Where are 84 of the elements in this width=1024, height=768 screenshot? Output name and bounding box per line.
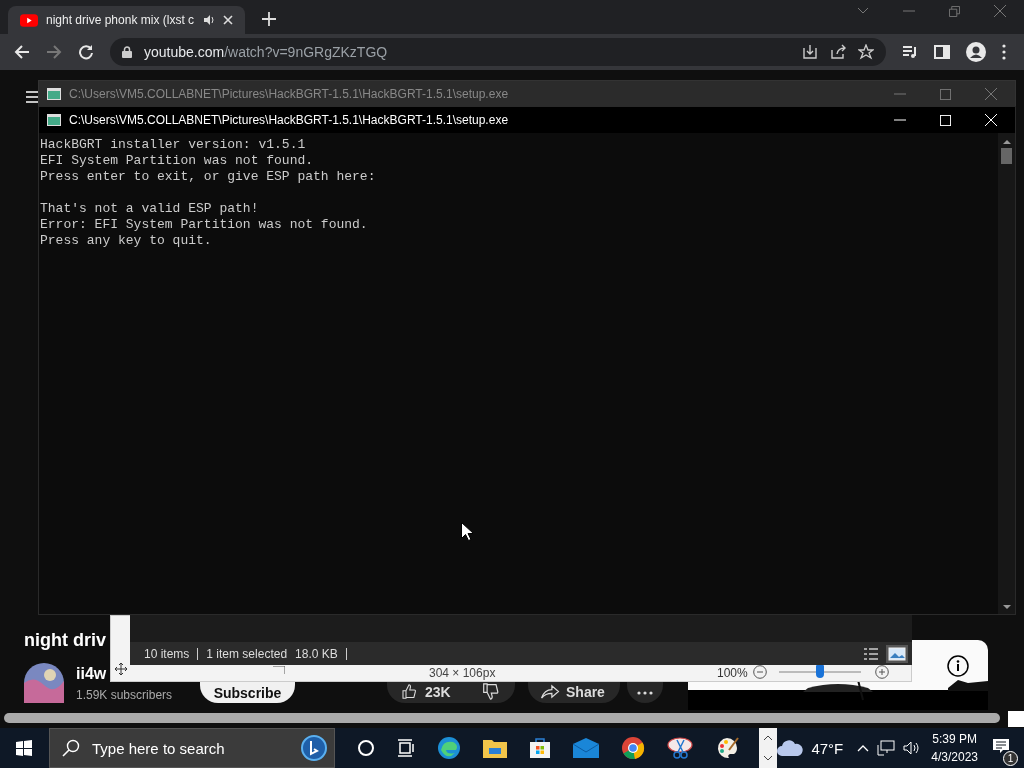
slider-thumb[interactable] xyxy=(816,665,824,678)
subscriber-count: 1.59K subscribers xyxy=(76,688,173,702)
search-icon xyxy=(62,739,80,757)
speaker-icon[interactable] xyxy=(903,741,920,755)
address-bar[interactable]: youtube.com/watch?v=9nGRgZKzTGQ xyxy=(110,38,886,66)
browser-icon[interactable] xyxy=(437,736,461,760)
clock-time[interactable]: 5:39 PM xyxy=(932,732,977,746)
selection-info: 1 item selected xyxy=(206,646,288,661)
share-arrow-icon xyxy=(540,684,560,699)
more-icon xyxy=(637,690,653,695)
lock-icon xyxy=(122,46,132,58)
thumbs-up-icon xyxy=(399,684,419,699)
chevron-up-icon[interactable] xyxy=(857,744,870,752)
console-line: EFI System Partition was not found. xyxy=(40,153,315,169)
back-icon[interactable] xyxy=(14,44,30,60)
zoom-percentage: 100% xyxy=(717,665,748,680)
window-title: C:\Users\VM5.COLLABNET\Pictures\HackBGRT-1.5.1\HackBGRT-1.5.1\setup.exe xyxy=(69,87,509,101)
share-button[interactable]: Share xyxy=(528,682,620,703)
mail-icon[interactable] xyxy=(573,738,599,758)
item-count: 10 items xyxy=(144,646,190,661)
cloud-icon[interactable] xyxy=(777,740,804,756)
thumbs-down-icon[interactable] xyxy=(482,683,499,700)
install-icon[interactable] xyxy=(802,44,818,60)
circle-icon[interactable] xyxy=(357,739,375,757)
scrollbar-corner xyxy=(1008,711,1024,727)
share-icon[interactable] xyxy=(830,44,846,60)
chat-bubble-icon[interactable] xyxy=(300,734,328,762)
like-button[interactable]: 23K xyxy=(387,682,515,703)
start-icon[interactable] xyxy=(16,740,32,756)
console-line: Press enter to exit, or give ESP path here: xyxy=(40,169,376,185)
scroll-up-icon[interactable] xyxy=(763,735,773,741)
move-icon[interactable] xyxy=(115,663,127,675)
video-logo-icon xyxy=(20,13,38,27)
star-icon[interactable] xyxy=(858,44,874,60)
more-button[interactable] xyxy=(627,682,663,703)
notification-badge: 1 xyxy=(1003,751,1018,766)
temperature[interactable]: 47°F xyxy=(811,739,844,757)
new-tab-icon[interactable] xyxy=(262,12,276,26)
media-icon[interactable] xyxy=(902,44,918,60)
scrollbar-thumb[interactable] xyxy=(1001,148,1012,164)
horizontal-scrollbar[interactable] xyxy=(4,713,1000,723)
details-view-icon[interactable] xyxy=(864,647,878,660)
menu-icon[interactable] xyxy=(26,90,40,104)
info-icon[interactable] xyxy=(947,655,969,677)
palette-icon[interactable] xyxy=(715,736,739,760)
network-icon[interactable] xyxy=(877,740,896,756)
scissors-icon[interactable] xyxy=(667,736,693,760)
chevron-down-icon[interactable] xyxy=(857,7,869,15)
reload-icon[interactable] xyxy=(78,44,94,60)
profile-icon[interactable] xyxy=(966,42,986,62)
scroll-down-icon[interactable] xyxy=(1002,605,1011,610)
chrome-icon[interactable] xyxy=(621,736,645,760)
file-size: 18.0 KB xyxy=(295,646,338,661)
side-panel-icon[interactable] xyxy=(934,44,950,60)
tab-title: night drive phonk mix (lxst c xyxy=(46,13,195,27)
notification-icon[interactable] xyxy=(992,738,1010,754)
window-title: C:\Users\VM5.COLLABNET\Pictures\HackBGRT-1.5.1\HackBGRT-1.5.1\setup.exe xyxy=(69,113,509,127)
forward-icon[interactable] xyxy=(46,44,62,60)
console-line: Error: EFI System Partition was not found. xyxy=(40,217,368,233)
url-text: youtube.com/watch?v=9nGRgZKzTGQ xyxy=(144,44,388,60)
restore-icon[interactable] xyxy=(949,5,960,17)
console-line: That's not a valid ESP path! xyxy=(40,201,260,217)
console-icon xyxy=(47,114,61,126)
task-view-icon[interactable] xyxy=(397,739,415,757)
pointer-icon xyxy=(461,522,473,541)
clock-date[interactable]: 4/3/2023 xyxy=(931,750,978,764)
zoom-out-icon[interactable] xyxy=(753,665,767,679)
folder-icon[interactable] xyxy=(483,738,507,758)
browser-tab[interactable]: night drive phonk mix (lxst c xyxy=(8,6,245,34)
large-icons-view-icon[interactable] xyxy=(886,644,908,663)
zoom-in-icon[interactable] xyxy=(875,665,889,679)
selection-icon xyxy=(273,666,285,674)
subscribe-button[interactable]: Subscribe xyxy=(200,682,295,703)
search-field[interactable]: Type here to search xyxy=(49,728,335,768)
more-icon[interactable] xyxy=(1002,44,1006,60)
channel-name[interactable]: ii4w xyxy=(76,665,107,683)
scroll-up-icon[interactable] xyxy=(1002,139,1011,144)
console-icon xyxy=(47,88,61,100)
store-icon[interactable] xyxy=(529,737,551,759)
scroll-down-icon[interactable] xyxy=(763,755,773,761)
console-line: Press any key to quit. xyxy=(40,233,213,249)
console-line: HackBGRT installer version: v1.5.1 xyxy=(40,137,307,153)
video-title: night driv xyxy=(24,630,106,651)
avatar-icon[interactable] xyxy=(24,663,64,703)
